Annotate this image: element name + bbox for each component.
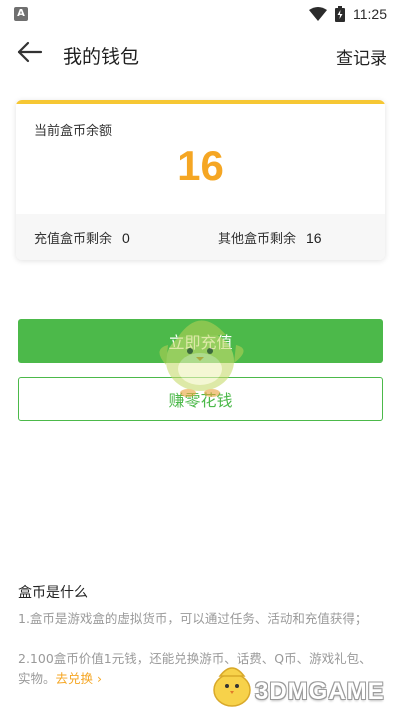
- current-balance-label: 当前盒币余额: [34, 124, 113, 139]
- app-header: 我的钱包 查记录: [0, 28, 401, 80]
- card-accent-bar: [16, 100, 385, 104]
- page-title: 我的钱包: [63, 46, 140, 68]
- arrow-left-icon: [17, 41, 43, 67]
- status-right: 11:25: [309, 4, 387, 24]
- earn-money-button[interactable]: 赚零花钱: [18, 377, 383, 421]
- current-balance-value: 16: [177, 142, 224, 189]
- records-button[interactable]: 查记录: [336, 44, 387, 69]
- watermark-text: 3DMGAME: [255, 678, 385, 705]
- balance-breakdown: 充值盒币剩余 0 其他盒币剩余 16: [16, 214, 385, 260]
- battery-icon: [335, 6, 345, 22]
- recharge-now-button[interactable]: 立即充值: [18, 319, 383, 363]
- recharge-balance-label: 充值盒币剩余: [34, 232, 113, 247]
- back-button[interactable]: [16, 40, 44, 68]
- status-bar: A 11:25: [0, 0, 401, 28]
- notification-app-icon: A: [14, 7, 28, 21]
- status-time: 11:25: [353, 6, 387, 22]
- recharge-balance-value: 0: [122, 229, 130, 246]
- other-balance-value: 16: [306, 229, 322, 246]
- other-balance-label: 其他盒币剩余: [218, 232, 297, 247]
- recharge-balance: 充值盒币剩余 0: [34, 228, 130, 248]
- info-title: 盒币是什么: [18, 585, 88, 601]
- balance-card: 当前盒币余额 16 充值盒币剩余 0 其他盒币剩余 16: [16, 100, 385, 260]
- wifi-icon: [309, 7, 327, 21]
- exchange-link[interactable]: 去兑换 ›: [56, 671, 102, 686]
- other-balance: 其他盒币剩余 16: [218, 228, 322, 248]
- info-line-1: 1.盒币是游戏盒的虚拟货币，可以通过任务、活动和充值获得；: [18, 611, 368, 626]
